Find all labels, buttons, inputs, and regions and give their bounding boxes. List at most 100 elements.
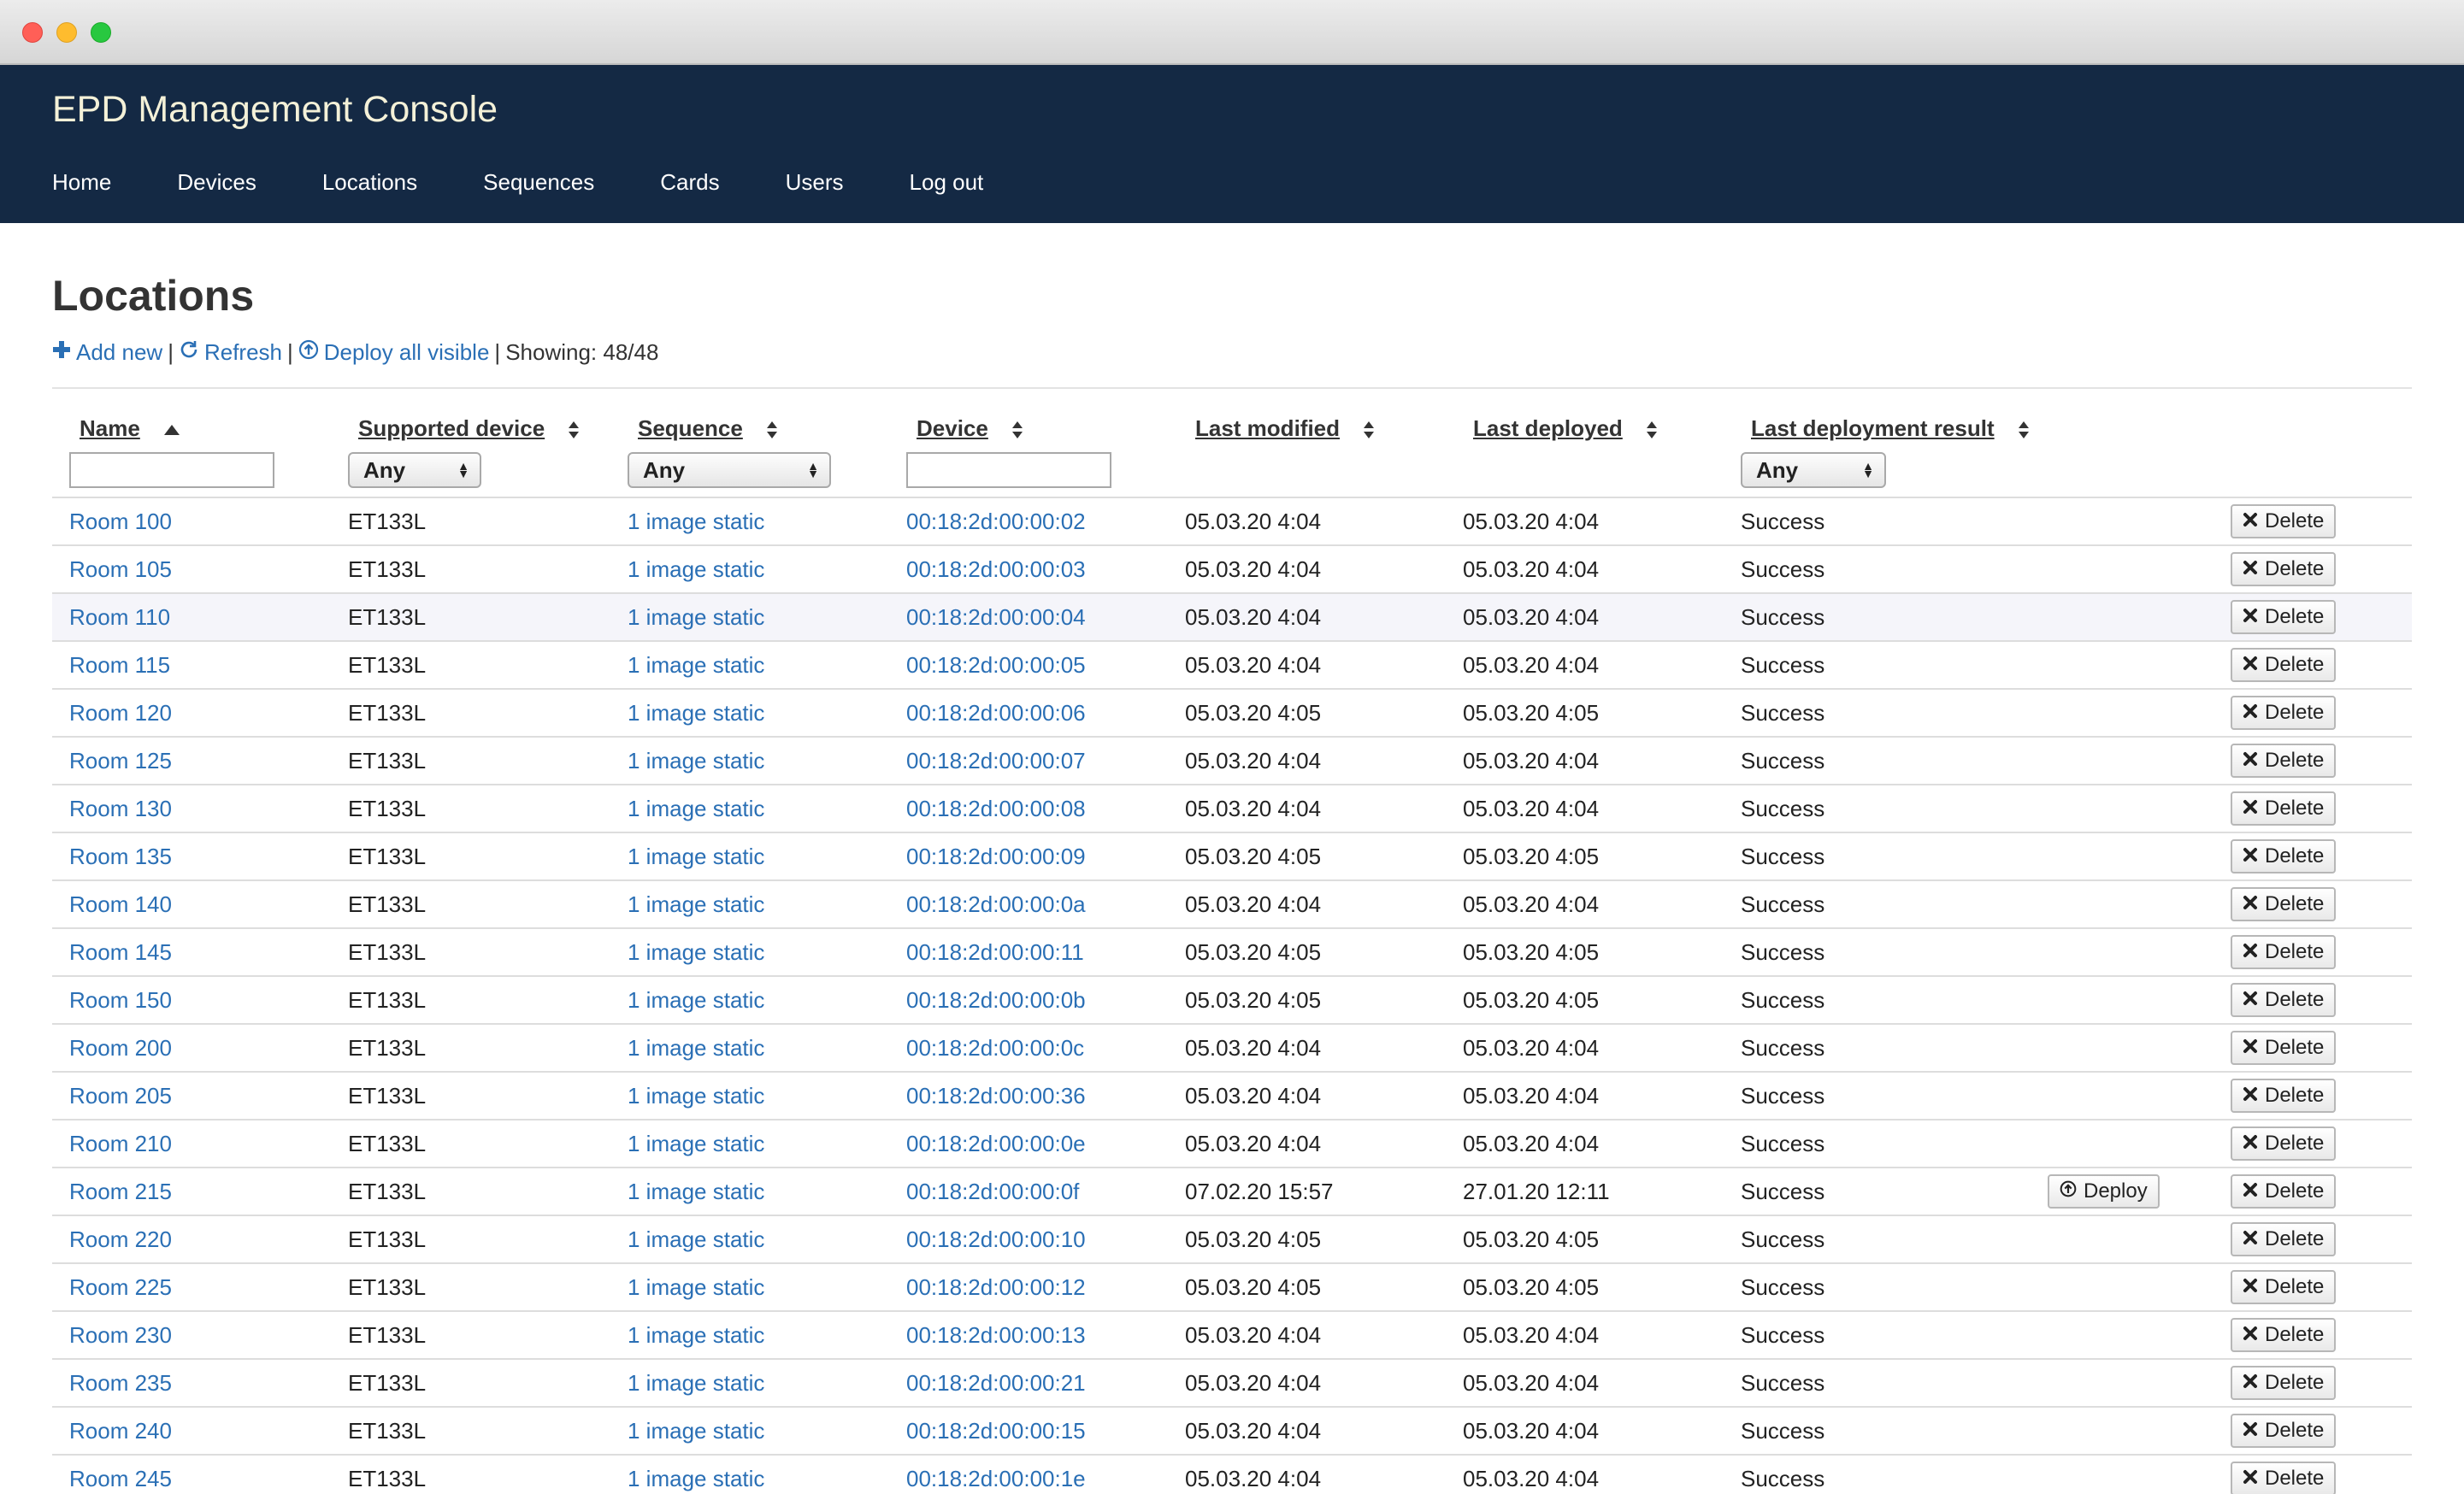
sequence-filter-select[interactable]: Any ▲ ▼ (628, 452, 831, 488)
location-name-link[interactable]: Room 115 (69, 652, 170, 678)
device-link[interactable]: 00:18:2d:00:00:36 (906, 1083, 1086, 1109)
nav-users[interactable]: Users (786, 169, 844, 196)
sequence-link[interactable]: 1 image static (628, 1226, 764, 1252)
device-link[interactable]: 00:18:2d:00:00:1e (906, 1466, 1086, 1491)
sequence-link[interactable]: 1 image static (628, 1083, 764, 1109)
column-header-last-modified[interactable]: Last modified (1168, 389, 1446, 449)
nav-log-out[interactable]: Log out (910, 169, 984, 196)
delete-button[interactable]: Delete (2231, 696, 2337, 730)
device-link[interactable]: 00:18:2d:00:00:0e (906, 1131, 1086, 1156)
delete-button[interactable]: Delete (2231, 648, 2337, 682)
device-link[interactable]: 00:18:2d:00:00:12 (906, 1274, 1086, 1300)
nav-home[interactable]: Home (52, 169, 111, 196)
delete-button[interactable]: Delete (2231, 1462, 2337, 1494)
sequence-link[interactable]: 1 image static (628, 748, 764, 773)
location-name-link[interactable]: Room 230 (69, 1322, 172, 1348)
sequence-link[interactable]: 1 image static (628, 987, 764, 1013)
result-filter-select[interactable]: Any ▲ ▼ (1741, 452, 1886, 488)
column-header-device[interactable]: Device (889, 389, 1168, 449)
delete-button[interactable]: Delete (2231, 887, 2337, 921)
nav-devices[interactable]: Devices (177, 169, 256, 196)
delete-button[interactable]: Delete (2231, 744, 2337, 778)
close-window-button[interactable] (22, 22, 43, 43)
device-link[interactable]: 00:18:2d:00:00:07 (906, 748, 1086, 773)
delete-button[interactable]: Delete (2231, 791, 2337, 826)
sequence-link[interactable]: 1 image static (628, 1179, 764, 1204)
sequence-link[interactable]: 1 image static (628, 604, 764, 630)
location-name-link[interactable]: Room 245 (69, 1466, 172, 1491)
sequence-link[interactable]: 1 image static (628, 556, 764, 582)
device-filter-input[interactable] (906, 452, 1111, 488)
location-name-link[interactable]: Room 200 (69, 1035, 172, 1061)
delete-button[interactable]: Delete (2231, 552, 2337, 586)
add-new-link[interactable]: Add new (52, 339, 162, 366)
device-link[interactable]: 00:18:2d:00:00:0c (906, 1035, 1084, 1061)
sequence-link[interactable]: 1 image static (628, 939, 764, 965)
sequence-link[interactable]: 1 image static (628, 1322, 764, 1348)
location-name-link[interactable]: Room 100 (69, 509, 172, 534)
device-link[interactable]: 00:18:2d:00:00:0a (906, 891, 1086, 917)
location-name-link[interactable]: Room 130 (69, 796, 172, 821)
location-name-link[interactable]: Room 145 (69, 939, 172, 965)
device-link[interactable]: 00:18:2d:00:00:04 (906, 604, 1086, 630)
refresh-link[interactable]: Refresh (179, 339, 282, 366)
sequence-link[interactable]: 1 image static (628, 652, 764, 678)
nav-sequences[interactable]: Sequences (483, 169, 594, 196)
delete-button[interactable]: Delete (2231, 1222, 2337, 1256)
location-name-link[interactable]: Room 225 (69, 1274, 172, 1300)
nav-locations[interactable]: Locations (322, 169, 417, 196)
device-link[interactable]: 00:18:2d:00:00:09 (906, 844, 1086, 869)
device-link[interactable]: 00:18:2d:00:00:08 (906, 796, 1086, 821)
deploy-button[interactable]: Deploy (2048, 1174, 2160, 1209)
device-link[interactable]: 00:18:2d:00:00:0f (906, 1179, 1079, 1204)
sequence-link[interactable]: 1 image static (628, 1131, 764, 1156)
device-link[interactable]: 00:18:2d:00:00:13 (906, 1322, 1086, 1348)
device-link[interactable]: 00:18:2d:00:00:11 (906, 939, 1084, 965)
location-name-link[interactable]: Room 110 (69, 604, 170, 630)
device-link[interactable]: 00:18:2d:00:00:06 (906, 700, 1086, 726)
location-name-link[interactable]: Room 240 (69, 1418, 172, 1444)
delete-button[interactable]: Delete (2231, 839, 2337, 873)
delete-button[interactable]: Delete (2231, 1126, 2337, 1161)
delete-button[interactable]: Delete (2231, 1366, 2337, 1400)
nav-cards[interactable]: Cards (660, 169, 719, 196)
delete-button[interactable]: Delete (2231, 935, 2337, 969)
column-header-sequence[interactable]: Sequence (610, 389, 889, 449)
minimize-window-button[interactable] (56, 22, 77, 43)
location-name-link[interactable]: Room 205 (69, 1083, 172, 1109)
sequence-link[interactable]: 1 image static (628, 1274, 764, 1300)
sequence-link[interactable]: 1 image static (628, 796, 764, 821)
delete-button[interactable]: Delete (2231, 1414, 2337, 1448)
app-title[interactable]: EPD Management Console (52, 89, 498, 131)
device-link[interactable]: 00:18:2d:00:00:21 (906, 1370, 1086, 1396)
location-name-link[interactable]: Room 125 (69, 748, 172, 773)
location-name-link[interactable]: Room 140 (69, 891, 172, 917)
sequence-link[interactable]: 1 image static (628, 891, 764, 917)
delete-button[interactable]: Delete (2231, 504, 2337, 538)
device-link[interactable]: 00:18:2d:00:00:15 (906, 1418, 1086, 1444)
location-name-link[interactable]: Room 150 (69, 987, 172, 1013)
device-link[interactable]: 00:18:2d:00:00:02 (906, 509, 1086, 534)
location-name-link[interactable]: Room 220 (69, 1226, 172, 1252)
device-link[interactable]: 00:18:2d:00:00:05 (906, 652, 1086, 678)
zoom-window-button[interactable] (91, 22, 111, 43)
column-header-last-deployment-result[interactable]: Last deployment result (1724, 389, 2046, 449)
sequence-link[interactable]: 1 image static (628, 1466, 764, 1491)
sequence-link[interactable]: 1 image static (628, 1035, 764, 1061)
location-name-link[interactable]: Room 215 (69, 1179, 172, 1204)
delete-button[interactable]: Delete (2231, 1031, 2337, 1065)
column-header-supported-device[interactable]: Supported device (331, 389, 610, 449)
device-link[interactable]: 00:18:2d:00:00:03 (906, 556, 1086, 582)
location-name-link[interactable]: Room 120 (69, 700, 172, 726)
supported-device-filter-select[interactable]: Any ▲ ▼ (348, 452, 481, 488)
location-name-link[interactable]: Room 135 (69, 844, 172, 869)
device-link[interactable]: 00:18:2d:00:00:10 (906, 1226, 1086, 1252)
delete-button[interactable]: Delete (2231, 1079, 2337, 1113)
sequence-link[interactable]: 1 image static (628, 1370, 764, 1396)
column-header-last-deployed[interactable]: Last deployed (1446, 389, 1724, 449)
delete-button[interactable]: Delete (2231, 600, 2337, 634)
name-filter-input[interactable] (69, 452, 274, 488)
delete-button[interactable]: Delete (2231, 1318, 2337, 1352)
location-name-link[interactable]: Room 210 (69, 1131, 172, 1156)
deploy-all-visible-link[interactable]: Deploy all visible (298, 339, 489, 366)
